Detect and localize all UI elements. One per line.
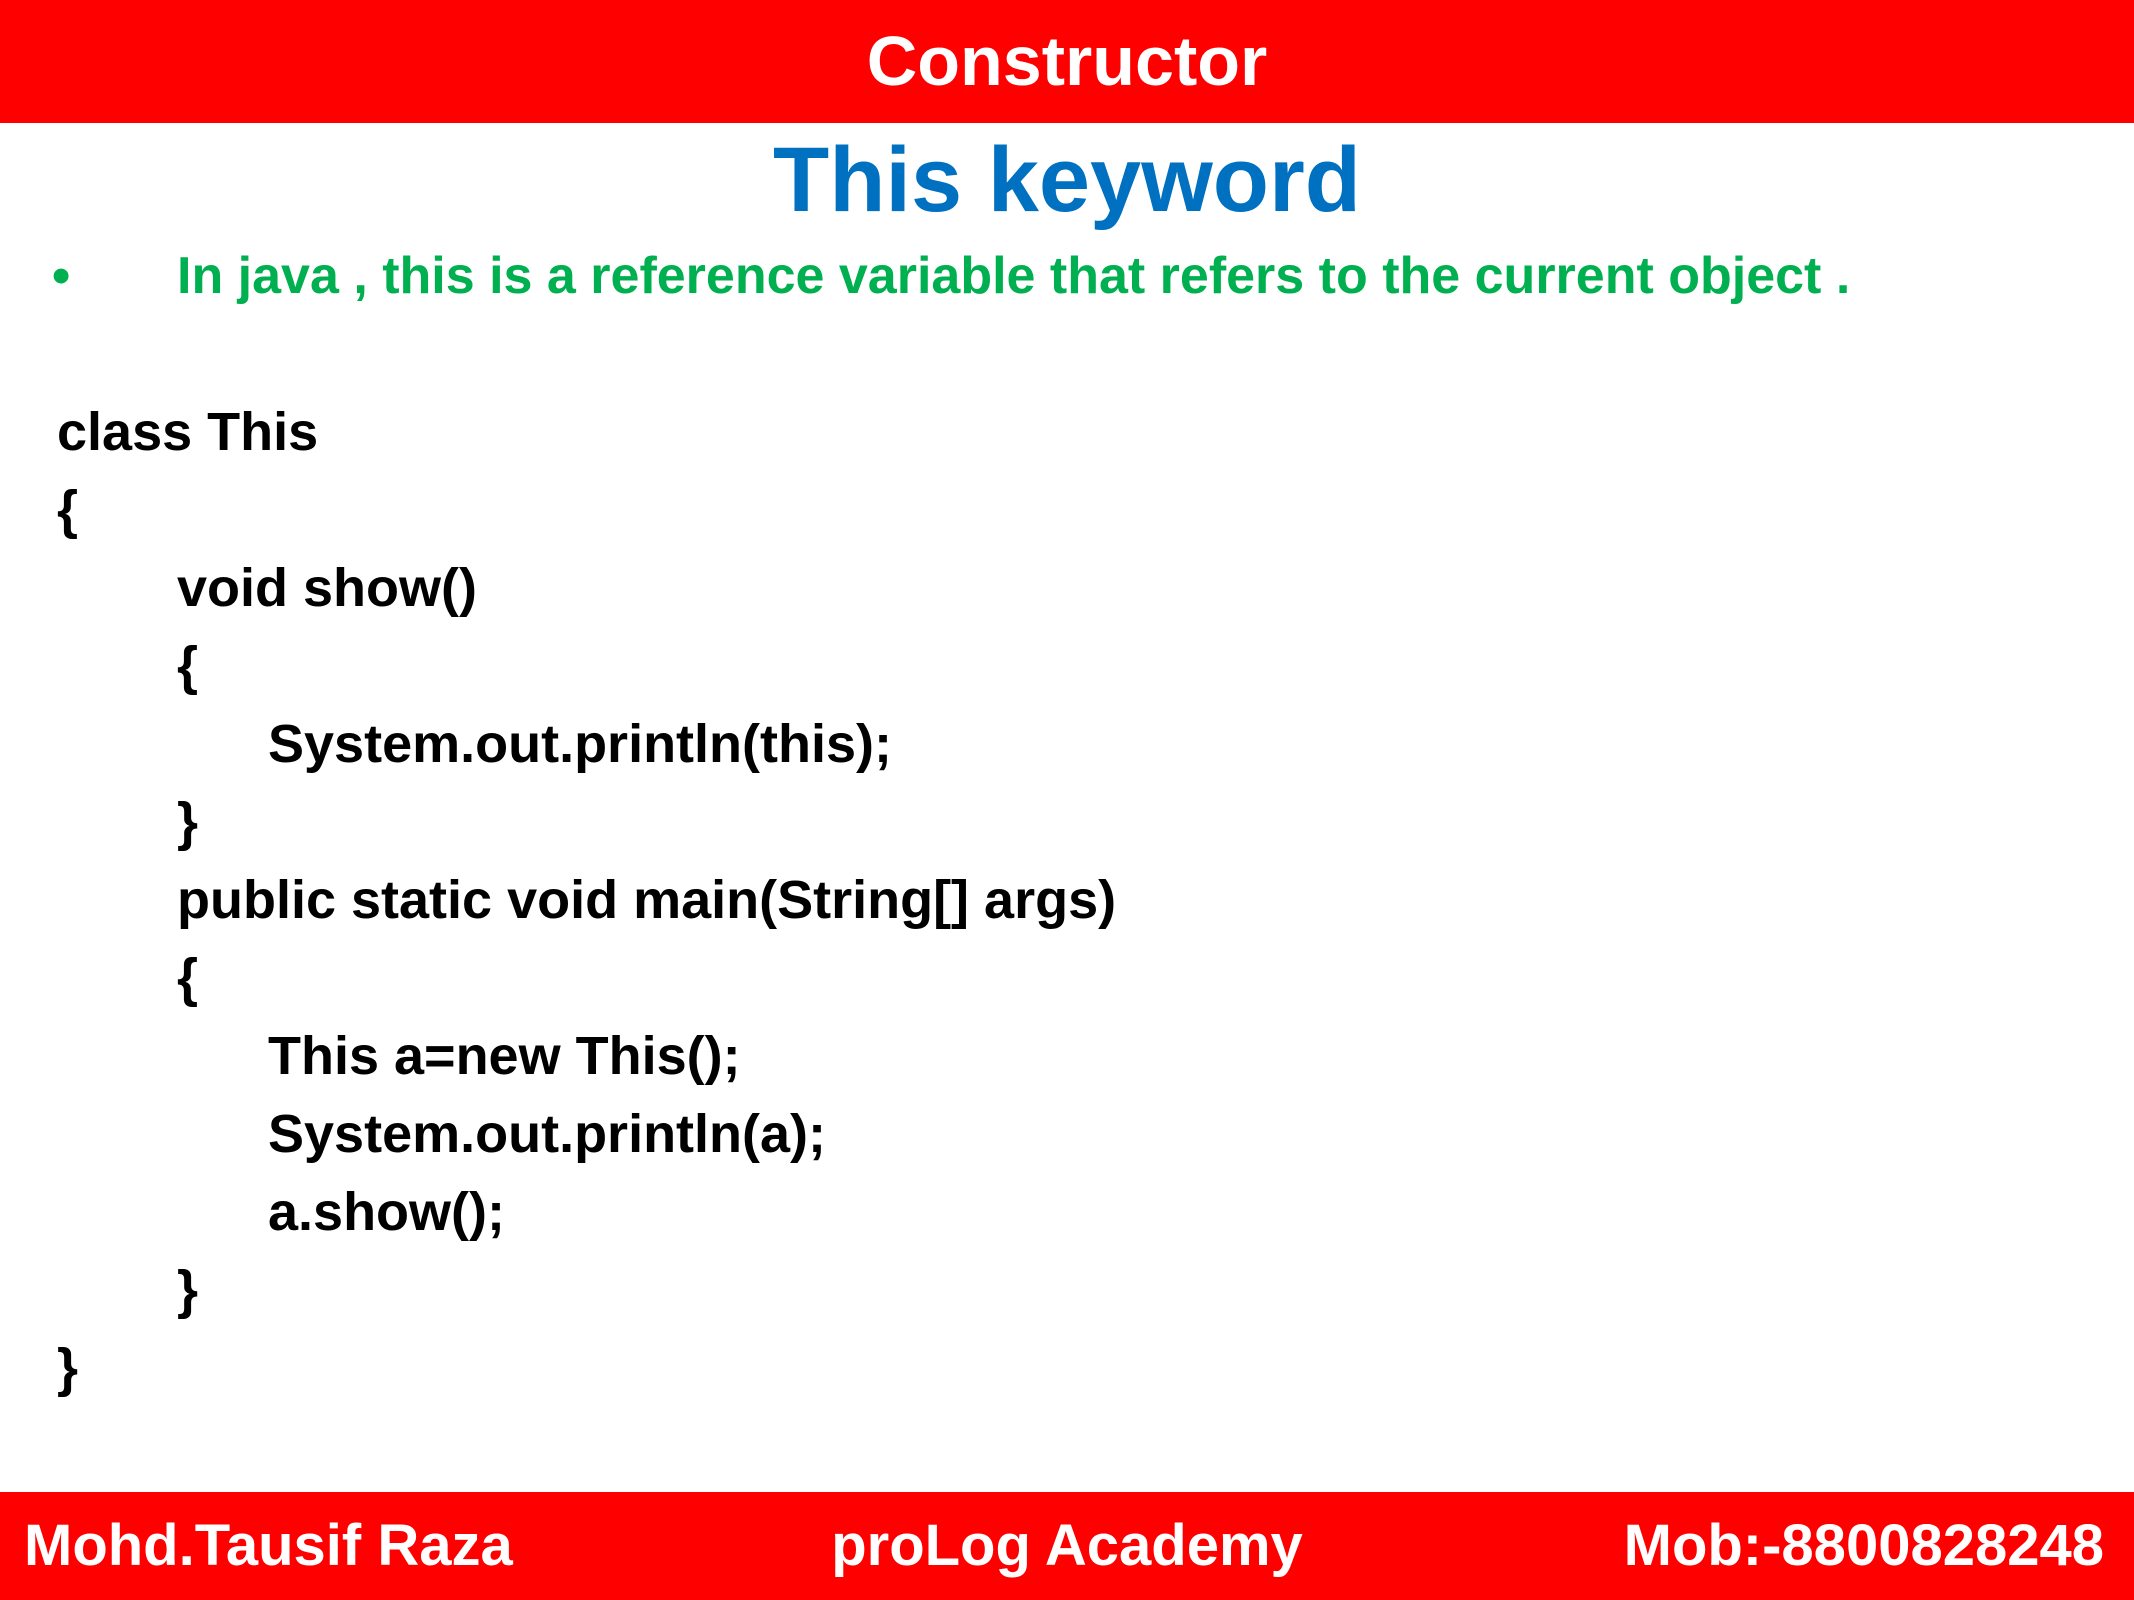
- bullet-point: • In java , this is a reference variable…: [0, 240, 2134, 312]
- bullet-text: In java , this is a reference variable t…: [177, 247, 1851, 305]
- bullet-icon: •: [52, 247, 71, 305]
- code-line: {: [177, 948, 199, 1008]
- code-line: This a=new This();: [268, 1026, 741, 1086]
- footer-bar: Mohd.Tausif Raza proLog Academy Mob:-880…: [0, 1492, 2134, 1600]
- code-line: System.out.println(this);: [268, 714, 892, 774]
- code-line: public static void main(String[] args): [177, 870, 1117, 930]
- code-line: {: [57, 480, 79, 540]
- code-line: }: [177, 1260, 199, 1320]
- code-line: }: [177, 792, 199, 852]
- code-line: }: [57, 1338, 79, 1398]
- header-title: Constructor: [866, 22, 1268, 100]
- code-line: class This: [57, 402, 319, 462]
- code-line: System.out.println(a);: [268, 1104, 827, 1164]
- slide-title: This keyword: [773, 129, 1361, 231]
- code-line: void show(): [177, 558, 477, 618]
- footer-mobile: Mob:-8800828248: [1623, 1513, 2104, 1578]
- code-line: a.show();: [268, 1182, 505, 1242]
- code-line: {: [177, 636, 199, 696]
